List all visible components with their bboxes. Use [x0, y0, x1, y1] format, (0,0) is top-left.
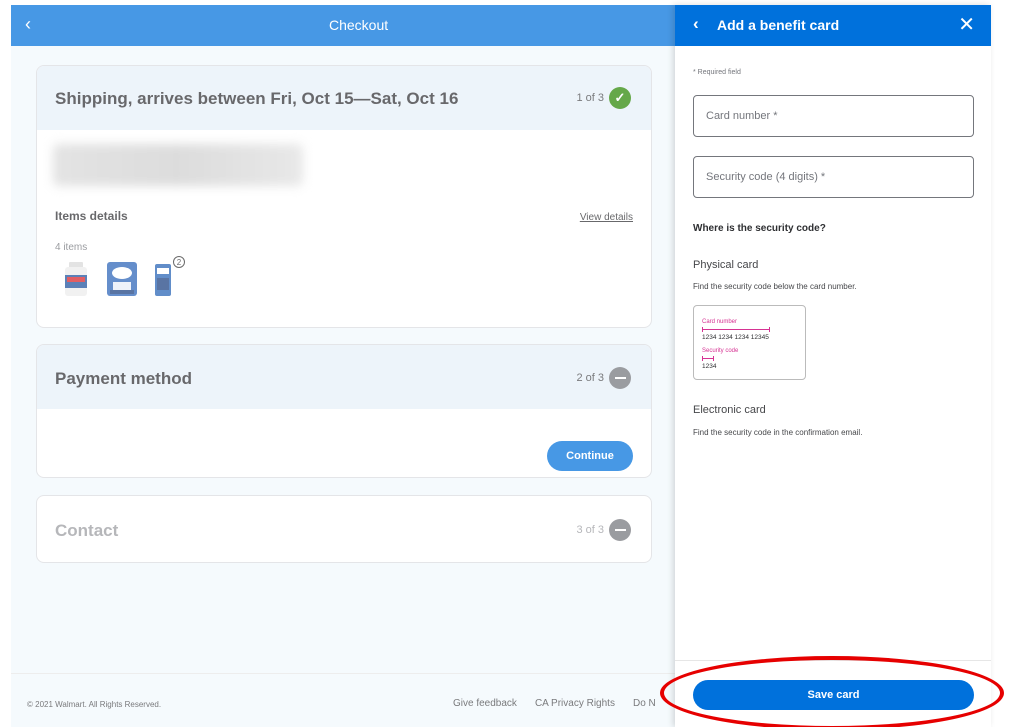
sample-card-illustration: Card number 1234 1234 1234 12345 Securit… [693, 305, 806, 380]
security-code-input[interactable] [693, 156, 974, 198]
checkout-page: ‹ Checkout Shipping, arrives between Fri… [11, 5, 675, 727]
security-code-help-heading: Where is the security code? [693, 223, 826, 234]
benefit-card-panel: ‹ Add a benefit card ✕ * Required field … [675, 5, 991, 727]
required-field-note: * Required field [693, 69, 741, 76]
electronic-card-desc: Find the security code in the confirmati… [693, 428, 863, 437]
sample-card-number-label: Card number [702, 319, 738, 325]
panel-header: ‹ Add a benefit card ✕ [675, 5, 991, 46]
electronic-card-title: Electronic card [693, 404, 766, 416]
card-number-input[interactable] [693, 95, 974, 137]
sample-card-number: 1234 1234 1234 12345 [702, 334, 769, 341]
sample-security-code: 1234 [702, 363, 717, 370]
physical-card-desc: Find the security code below the card nu… [693, 282, 857, 291]
card-number-span-marker [702, 327, 770, 332]
security-code-span-marker [702, 356, 714, 361]
sample-security-code-label: Security code [702, 348, 739, 354]
save-card-button[interactable]: Save card [693, 680, 974, 710]
physical-card-title: Physical card [693, 259, 759, 271]
back-chevron-icon[interactable]: ‹ [693, 14, 699, 34]
panel-title: Add a benefit card [717, 17, 840, 33]
close-icon[interactable]: ✕ [958, 12, 975, 37]
modal-backdrop[interactable] [11, 5, 675, 727]
